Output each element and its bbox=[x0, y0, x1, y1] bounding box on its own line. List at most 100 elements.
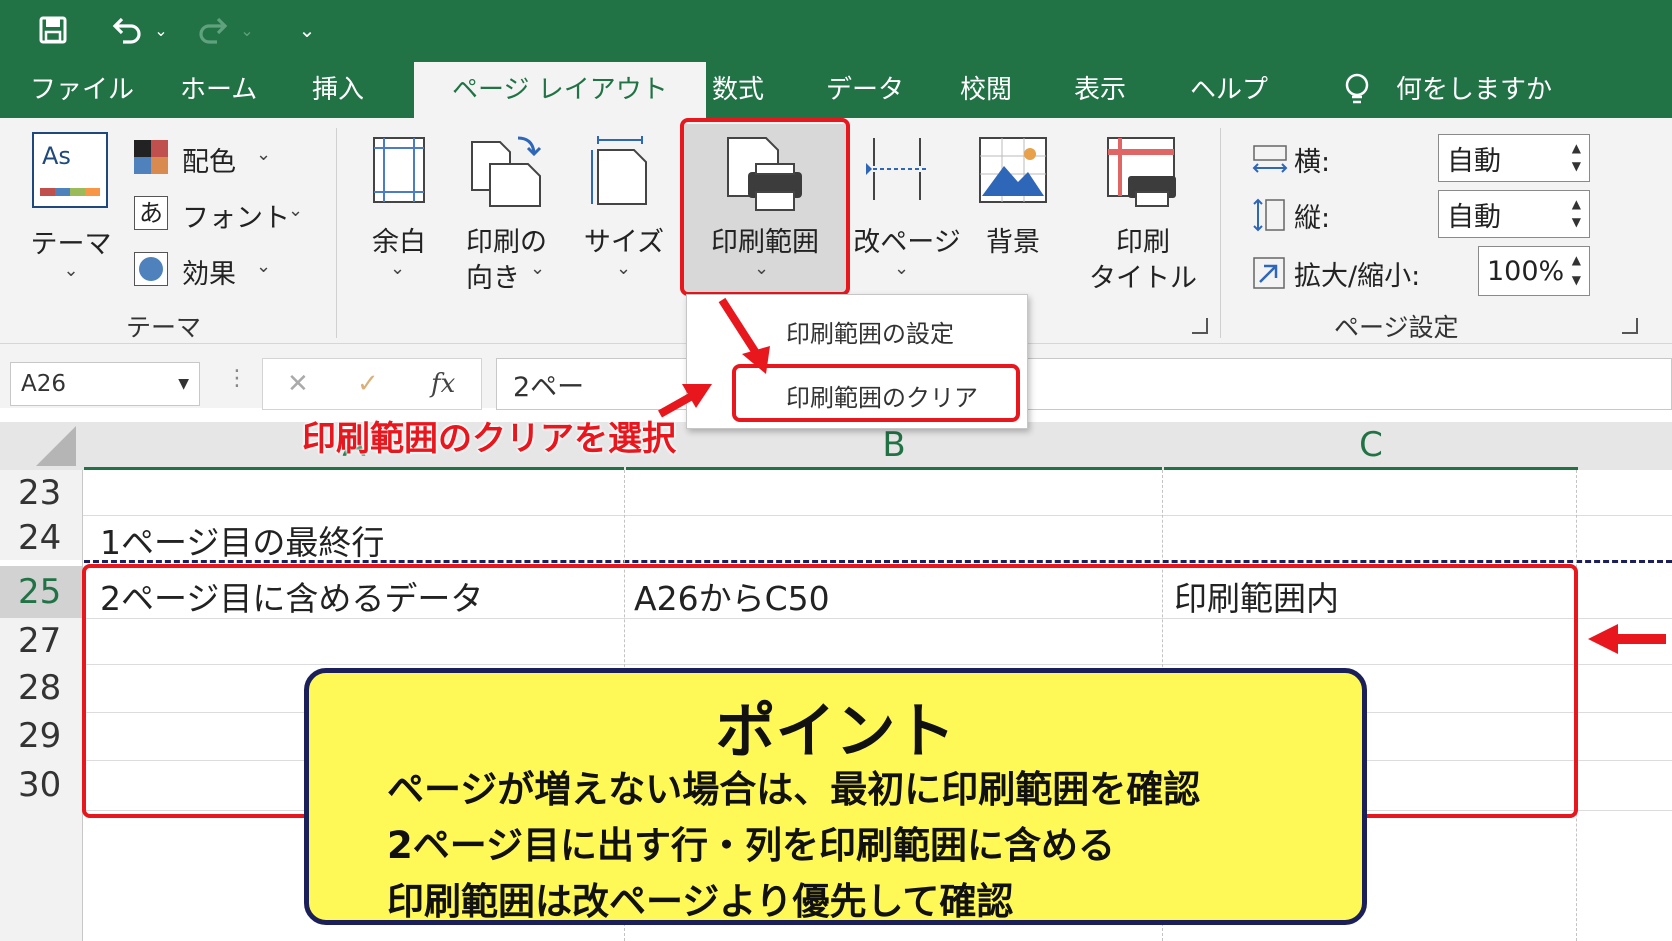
fonts-button[interactable]: フォント bbox=[182, 196, 290, 235]
tab-help[interactable]: ヘルプ bbox=[1190, 70, 1268, 110]
effects-icon[interactable] bbox=[134, 252, 168, 286]
undo-dropdown-icon[interactable]: ⌄ bbox=[150, 10, 172, 50]
row-header-25[interactable]: 25 bbox=[0, 566, 82, 618]
enter-icon[interactable]: ✓ bbox=[357, 369, 379, 399]
select-all-button[interactable] bbox=[0, 422, 82, 470]
chevron-down-icon[interactable]: ⌄ bbox=[530, 258, 545, 279]
row-header-27[interactable]: 27 bbox=[0, 618, 82, 664]
print-titles-icon[interactable] bbox=[1106, 136, 1178, 208]
row-header-29[interactable]: 29 bbox=[0, 712, 82, 760]
chevron-down-icon[interactable]: ⌄ bbox=[60, 260, 82, 281]
scale-label: 拡大/縮小: bbox=[1294, 261, 1421, 292]
callout-line-1: ページが増えない場合は、最初に印刷範囲を確認 bbox=[387, 768, 1201, 811]
group-label-page-setup: ページ設定 bbox=[1334, 313, 1459, 342]
effects-button[interactable]: 効果 bbox=[182, 252, 236, 291]
spin-down-icon[interactable]: ▼ bbox=[1572, 159, 1581, 173]
scale-dialog-launcher-icon[interactable] bbox=[1622, 318, 1638, 334]
breaks-icon[interactable] bbox=[864, 136, 930, 202]
redo-dropdown-icon[interactable]: ⌄ bbox=[236, 10, 258, 50]
width-spinner[interactable]: 自動 ▲ ▼ bbox=[1438, 134, 1590, 182]
orientation-button-line1[interactable]: 印刷の bbox=[466, 220, 547, 259]
width-value: 自動 bbox=[1447, 145, 1501, 177]
name-box[interactable]: A26 ▼ bbox=[10, 362, 200, 406]
chevron-down-icon[interactable]: ⌄ bbox=[616, 258, 631, 279]
spin-down-icon[interactable]: ▼ bbox=[1572, 215, 1581, 229]
chevron-down-icon[interactable]: ⌄ bbox=[256, 144, 271, 165]
callout-line-2: 2ページ目に出す行・列を印刷範囲に含める bbox=[387, 824, 1116, 867]
spin-up-icon[interactable]: ▲ bbox=[1572, 197, 1581, 211]
height-label: 縦: bbox=[1294, 203, 1331, 234]
save-icon[interactable] bbox=[30, 10, 76, 50]
group-separator bbox=[336, 128, 337, 338]
point-callout: ポイント ページが増えない場合は、最初に印刷範囲を確認 2ページ目に出す行・列を… bbox=[304, 668, 1367, 925]
tell-me-search[interactable]: 何をしますか bbox=[1396, 70, 1552, 110]
width-label: 横: bbox=[1294, 147, 1331, 178]
row-header-blank bbox=[0, 810, 82, 941]
tab-formulas[interactable]: 数式 bbox=[712, 70, 764, 110]
scale-icon bbox=[1252, 256, 1286, 290]
column-header-c[interactable]: C bbox=[1164, 422, 1578, 470]
chevron-down-icon[interactable]: ⌄ bbox=[256, 256, 271, 277]
height-icon bbox=[1252, 198, 1288, 232]
tab-review[interactable]: 校閲 bbox=[960, 70, 1012, 110]
size-icon[interactable] bbox=[590, 134, 660, 208]
customize-qat-icon[interactable]: ⌄ bbox=[294, 10, 320, 50]
chevron-down-icon[interactable]: ⌄ bbox=[390, 258, 405, 279]
menu-item-set-print-area[interactable]: 印刷範囲の設定 bbox=[786, 314, 954, 349]
spin-down-icon[interactable]: ▼ bbox=[1572, 273, 1581, 287]
left-arrow-icon bbox=[1586, 622, 1666, 656]
print-titles-line2[interactable]: タイトル bbox=[1084, 256, 1202, 295]
themes-label[interactable]: テーマ bbox=[30, 222, 112, 261]
redo-icon[interactable] bbox=[192, 10, 234, 50]
row-header-30[interactable]: 30 bbox=[0, 760, 82, 810]
fonts-icon[interactable]: あ bbox=[134, 196, 168, 230]
name-box-value: A26 bbox=[21, 371, 67, 397]
callout-title: ポイント bbox=[715, 697, 956, 767]
row-header-23[interactable]: 23 bbox=[0, 470, 82, 515]
orientation-button-line2[interactable]: 向き bbox=[466, 256, 520, 295]
tab-page-layout[interactable]: ページ レイアウト bbox=[414, 62, 706, 118]
margins-icon[interactable] bbox=[372, 136, 426, 204]
chevron-down-icon[interactable]: ⌄ bbox=[894, 258, 909, 279]
tab-home[interactable]: ホーム bbox=[180, 70, 257, 110]
chevron-down-icon[interactable]: ▼ bbox=[178, 376, 189, 392]
insert-function-icon[interactable]: fx bbox=[431, 369, 455, 399]
colors-button[interactable]: 配色 bbox=[182, 140, 236, 179]
tab-data[interactable]: データ bbox=[826, 70, 904, 110]
height-spinner[interactable]: 自動 ▲ ▼ bbox=[1438, 190, 1590, 238]
lightbulb-icon[interactable] bbox=[1342, 70, 1372, 110]
spin-up-icon[interactable]: ▲ bbox=[1572, 141, 1581, 155]
scale-value: 100% bbox=[1487, 255, 1565, 287]
background-icon[interactable] bbox=[978, 136, 1048, 204]
orientation-icon[interactable] bbox=[470, 134, 544, 208]
callout-line-3: 印刷範囲は改ページより優先して確認 bbox=[387, 880, 1014, 923]
themes-icon[interactable]: As bbox=[32, 132, 108, 208]
cell-a24[interactable]: 1ページ目の最終行 bbox=[100, 515, 384, 565]
width-icon bbox=[1252, 144, 1288, 174]
formula-content: 2ペー bbox=[513, 371, 585, 403]
annotation-text: 印刷範囲のクリアを選択 bbox=[302, 419, 676, 459]
tab-file[interactable]: ファイル bbox=[30, 70, 134, 110]
row-header-28[interactable]: 28 bbox=[0, 664, 82, 712]
size-button[interactable]: サイズ bbox=[582, 220, 666, 259]
group-separator bbox=[1220, 128, 1221, 338]
group-label-themes: テーマ bbox=[126, 313, 202, 342]
formula-buttons: ✕ ✓ fx bbox=[262, 358, 482, 410]
tab-view[interactable]: 表示 bbox=[1074, 70, 1126, 110]
chevron-down-icon[interactable]: ⌄ bbox=[288, 200, 303, 221]
spin-up-icon[interactable]: ▲ bbox=[1572, 253, 1581, 267]
cancel-icon[interactable]: ✕ bbox=[287, 369, 309, 399]
height-value: 自動 bbox=[1447, 201, 1501, 233]
tab-insert[interactable]: 挿入 bbox=[312, 70, 364, 110]
print-titles-line1[interactable]: 印刷 bbox=[1106, 220, 1180, 259]
row-header-24[interactable]: 24 bbox=[0, 515, 82, 560]
background-button[interactable]: 背景 bbox=[978, 220, 1048, 259]
breaks-button[interactable]: 改ページ bbox=[852, 220, 962, 259]
scale-spinner[interactable]: 100% ▲ ▼ bbox=[1478, 246, 1590, 296]
undo-icon[interactable] bbox=[106, 10, 148, 50]
colors-icon[interactable] bbox=[134, 140, 168, 174]
margins-button[interactable]: 余白 bbox=[366, 220, 432, 259]
page-setup-dialog-launcher-icon[interactable] bbox=[1192, 318, 1208, 334]
drag-handle-icon[interactable]: ⋮ bbox=[226, 366, 248, 391]
print-area-highlight bbox=[680, 118, 850, 296]
